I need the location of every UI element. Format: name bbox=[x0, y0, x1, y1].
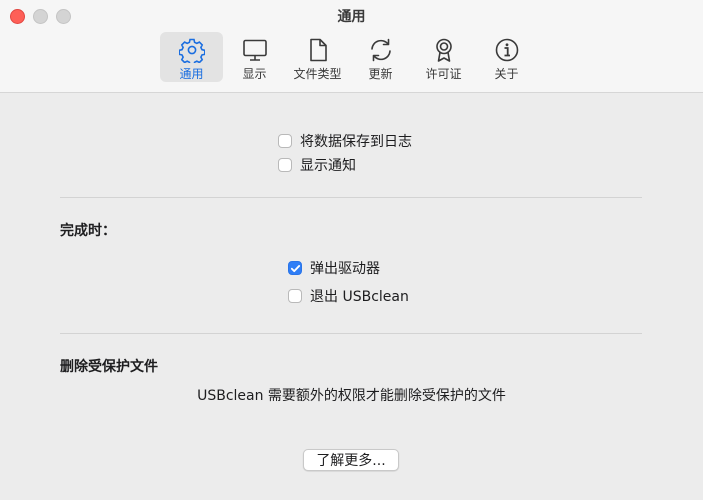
refresh-icon bbox=[370, 38, 391, 62]
tab-label: 许可证 bbox=[425, 67, 462, 81]
preferences-window: 通用 通用 显示 文件类型 更新 许可证 关于 将数据保存到日志 显示通知 完成… bbox=[0, 0, 703, 500]
display-icon bbox=[242, 39, 267, 61]
on-complete-heading: 完成时： bbox=[60, 223, 116, 239]
save-log-option[interactable]: 将数据保存到日志 bbox=[278, 131, 412, 151]
tab-updates[interactable]: 更新 bbox=[349, 32, 412, 82]
eject-drive-label: 弹出驱动器 bbox=[310, 261, 380, 277]
info-icon bbox=[495, 38, 518, 62]
title-bar: 通用 通用 显示 文件类型 更新 许可证 关于 bbox=[0, 0, 703, 93]
show-notify-option[interactable]: 显示通知 bbox=[278, 155, 356, 175]
tab-license[interactable]: 许可证 bbox=[412, 32, 475, 82]
window-title: 通用 bbox=[337, 9, 366, 25]
tab-label: 更新 bbox=[368, 67, 393, 81]
tab-about[interactable]: 关于 bbox=[475, 32, 538, 82]
gear-icon bbox=[178, 38, 205, 63]
document-icon bbox=[309, 38, 327, 62]
section-divider bbox=[60, 333, 642, 334]
save-log-checkbox[interactable] bbox=[278, 134, 292, 148]
checkmark-icon bbox=[290, 264, 300, 272]
tab-label: 关于 bbox=[494, 67, 519, 81]
tab-file-types[interactable]: 文件类型 bbox=[286, 32, 349, 82]
tab-label: 显示 bbox=[242, 67, 267, 81]
save-log-label: 将数据保存到日志 bbox=[300, 134, 412, 150]
show-notify-label: 显示通知 bbox=[300, 158, 356, 174]
license-badge-icon bbox=[435, 38, 452, 62]
learn-more-button[interactable]: 了解更多... bbox=[303, 449, 399, 471]
tab-general[interactable]: 通用 bbox=[160, 32, 223, 82]
quit-app-option[interactable]: 退出 USBclean bbox=[288, 286, 409, 306]
quit-app-checkbox[interactable] bbox=[288, 289, 302, 303]
tab-display[interactable]: 显示 bbox=[223, 32, 286, 82]
protected-files-description: USBclean 需要额外的权限才能删除受保护的文件 bbox=[197, 388, 506, 404]
preferences-toolbar: 通用 显示 文件类型 更新 许可证 关于 bbox=[160, 32, 538, 84]
general-settings-pane: 将数据保存到日志 显示通知 完成时： 弹出驱动器 退出 USBclean 删除受… bbox=[0, 93, 703, 500]
eject-drive-option[interactable]: 弹出驱动器 bbox=[288, 258, 380, 278]
tab-label: 文件类型 bbox=[293, 67, 342, 81]
section-divider bbox=[60, 197, 642, 198]
protected-files-heading: 删除受保护文件 bbox=[60, 359, 158, 375]
quit-app-label: 退出 USBclean bbox=[310, 289, 409, 305]
tab-label: 通用 bbox=[179, 67, 204, 81]
show-notify-checkbox[interactable] bbox=[278, 158, 292, 172]
eject-drive-checkbox[interactable] bbox=[288, 261, 302, 275]
